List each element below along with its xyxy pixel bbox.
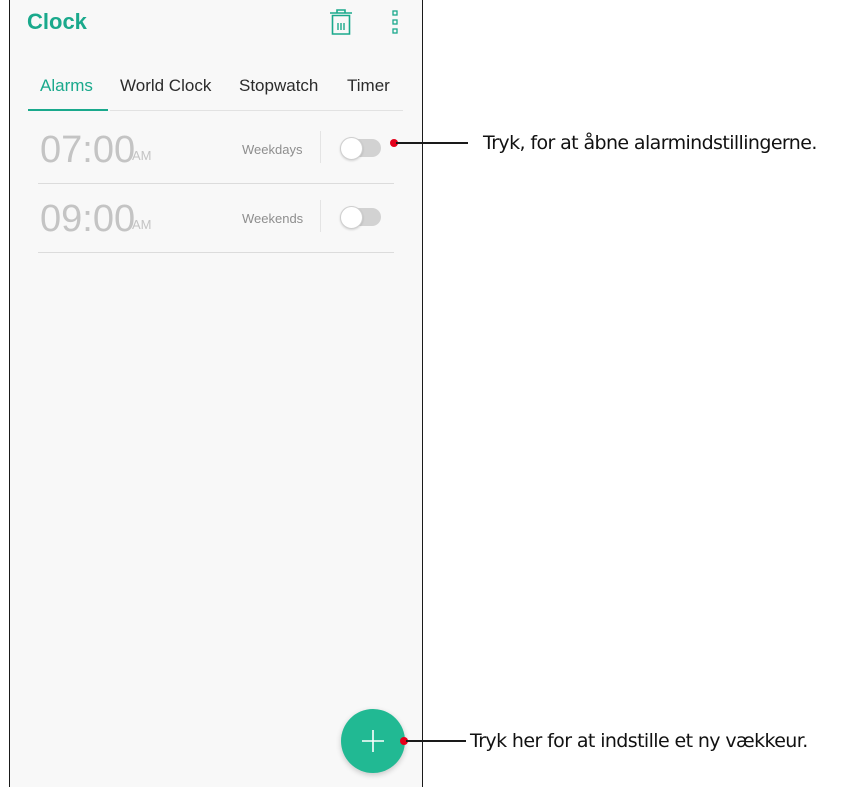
delete-button[interactable] xyxy=(328,7,354,37)
active-tab-indicator xyxy=(28,109,108,111)
tab-stopwatch[interactable]: Stopwatch xyxy=(239,76,318,96)
app-title: Clock xyxy=(27,9,87,34)
alarm-time: 09:00 xyxy=(40,198,136,240)
callout-line xyxy=(396,142,468,144)
callout-alarm-settings: Tryk, for at åbne alarmindstillingerne. xyxy=(483,132,817,154)
callout-add-alarm: Tryk her for at indstille et ny vækkeur. xyxy=(470,730,808,752)
page: Clock Alarms World Clock Stopwatch Timer… xyxy=(0,0,857,787)
alarm-separator xyxy=(320,131,321,163)
more-options-button[interactable] xyxy=(388,9,402,35)
phone-screen: Clock Alarms World Clock Stopwatch Timer… xyxy=(9,0,423,787)
more-vertical-icon xyxy=(392,10,398,34)
alarm-toggle[interactable] xyxy=(340,137,381,160)
plus-icon xyxy=(362,730,384,752)
callout-line xyxy=(406,740,466,742)
alarm-row[interactable]: 09:00 AM Weekends xyxy=(38,184,394,253)
trash-icon xyxy=(330,9,352,35)
toggle-knob xyxy=(340,206,363,229)
tab-world-clock[interactable]: World Clock xyxy=(120,76,211,96)
tab-bar: Alarms World Clock Stopwatch Timer xyxy=(10,62,421,112)
alarm-toggle[interactable] xyxy=(340,206,381,229)
alarm-ampm: AM xyxy=(132,148,152,163)
tab-timer[interactable]: Timer xyxy=(347,76,390,96)
toggle-knob xyxy=(340,137,363,160)
alarm-repeat: Weekends xyxy=(242,211,304,226)
add-alarm-button[interactable] xyxy=(341,709,405,773)
alarm-time: 07:00 xyxy=(40,129,136,171)
alarm-repeat: Weekdays xyxy=(242,142,303,157)
alarm-ampm: AM xyxy=(132,217,152,232)
tab-alarms[interactable]: Alarms xyxy=(40,76,93,96)
tab-divider xyxy=(110,110,403,111)
alarm-row[interactable]: 07:00 AM Weekdays xyxy=(38,115,394,184)
alarm-separator xyxy=(320,200,321,232)
